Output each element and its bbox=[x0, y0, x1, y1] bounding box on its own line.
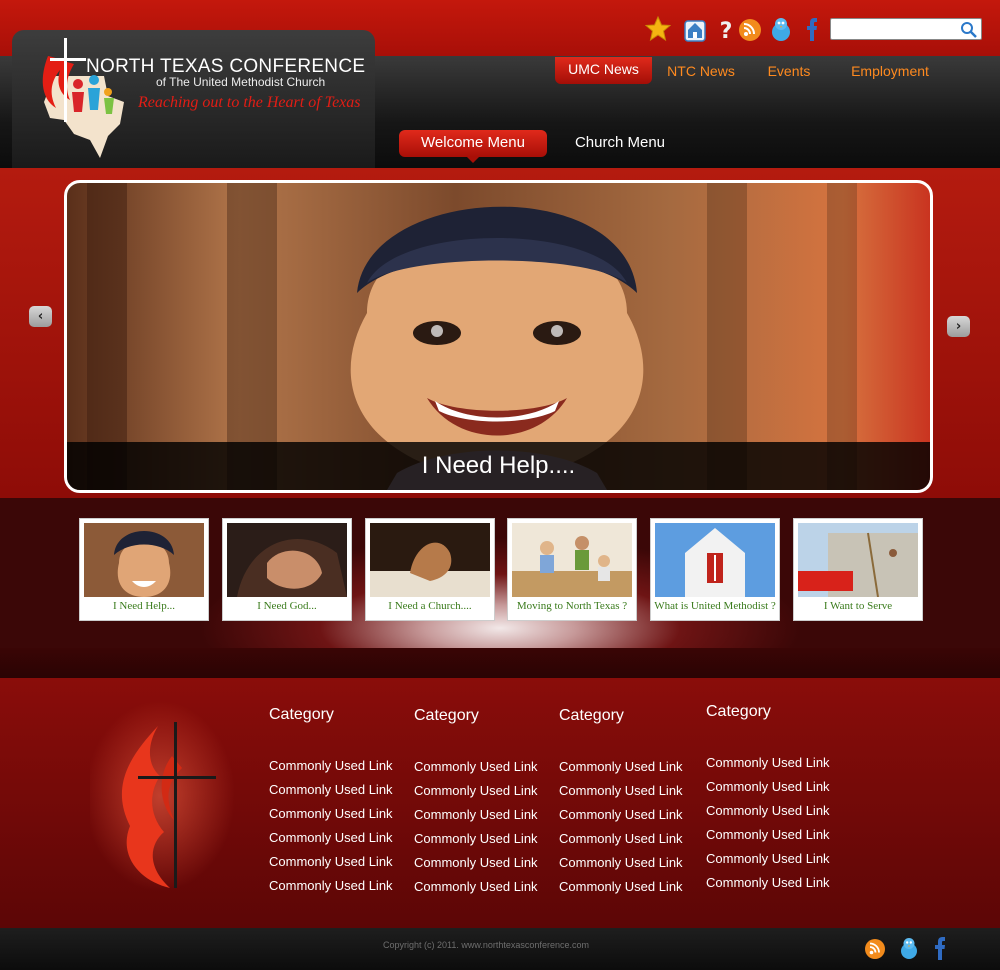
star-icon[interactable] bbox=[645, 15, 671, 43]
copyright-text: Copyright (c) 2011. www.northtexasconfer… bbox=[383, 940, 589, 950]
footer-column-1: Category Commonly Used Link Commonly Use… bbox=[269, 706, 393, 898]
footer-column-3: Category Commonly Used Link Commonly Use… bbox=[559, 707, 683, 899]
search-input[interactable] bbox=[834, 21, 958, 37]
search-box bbox=[830, 18, 982, 40]
footer-link[interactable]: Commonly Used Link bbox=[414, 779, 538, 803]
thumb-image-praying-woman bbox=[227, 523, 347, 597]
slider-next-button[interactable]: › bbox=[947, 316, 970, 337]
cross-and-flame-logo bbox=[90, 701, 235, 891]
footer-link[interactable]: Commonly Used Link bbox=[706, 751, 830, 775]
footer-link[interactable]: Commonly Used Link bbox=[269, 874, 393, 898]
thumb-image-church-building bbox=[655, 523, 775, 597]
footer-link[interactable]: Commonly Used Link bbox=[559, 755, 683, 779]
footer-link[interactable]: Commonly Used Link bbox=[706, 775, 830, 799]
footer-link[interactable]: Commonly Used Link bbox=[559, 875, 683, 899]
footer-link[interactable]: Commonly Used Link bbox=[269, 826, 393, 850]
cross-and-flame-logo bbox=[42, 38, 124, 158]
thumb-need-god[interactable]: I Need God... bbox=[222, 518, 352, 621]
footer-link[interactable]: Commonly Used Link bbox=[414, 827, 538, 851]
thumb-caption: Moving to North Texas ? bbox=[516, 600, 628, 612]
search-icon[interactable] bbox=[960, 21, 978, 39]
thumb-need-help[interactable]: I Need Help... bbox=[79, 518, 209, 621]
nav-events[interactable]: Events bbox=[760, 57, 818, 85]
footer-column-2: Category Commonly Used Link Commonly Use… bbox=[414, 707, 538, 899]
thumb-image-praying-hands bbox=[370, 523, 490, 597]
svg-text:?: ? bbox=[720, 19, 733, 43]
facebook-icon[interactable] bbox=[799, 15, 825, 43]
nav-employment[interactable]: Employment bbox=[843, 57, 937, 85]
tab-welcome-menu[interactable]: Welcome Menu bbox=[399, 130, 547, 163]
slider-prev-button[interactable]: ‹ bbox=[29, 306, 52, 327]
footer-link[interactable]: Commonly Used Link bbox=[269, 754, 393, 778]
rss-icon[interactable] bbox=[737, 15, 763, 43]
thumb-image-family-moving bbox=[512, 523, 632, 597]
thumb-caption: I Need Help... bbox=[112, 600, 175, 612]
footer-link[interactable]: Commonly Used Link bbox=[706, 847, 830, 871]
thumb-what-is-methodist[interactable]: What is United Methodist ? bbox=[650, 518, 780, 621]
thumb-moving-texas[interactable]: Moving to North Texas ? bbox=[507, 518, 637, 621]
footer-link[interactable]: Commonly Used Link bbox=[269, 802, 393, 826]
footer-category-title: Category bbox=[559, 707, 624, 724]
footer-link[interactable]: Commonly Used Link bbox=[559, 851, 683, 875]
chevron-right-icon: › bbox=[955, 319, 962, 334]
nav-ntc-news[interactable]: NTC News bbox=[662, 57, 740, 85]
tab-church-menu[interactable]: Church Menu bbox=[560, 130, 680, 157]
footer-link[interactable]: Commonly Used Link bbox=[269, 778, 393, 802]
footer-link[interactable]: Commonly Used Link bbox=[414, 851, 538, 875]
thumb-caption: I Need a Church.... bbox=[388, 600, 472, 612]
facebook-icon[interactable] bbox=[928, 935, 952, 961]
footer-link[interactable]: Commonly Used Link bbox=[414, 755, 538, 779]
thumb-caption: I Need God... bbox=[257, 600, 317, 612]
footer-link[interactable]: Commonly Used Link bbox=[706, 871, 830, 895]
thumb-image-child bbox=[84, 523, 204, 597]
thumb-want-to-serve[interactable]: I Want to Serve bbox=[793, 518, 923, 621]
twitter-bird-icon[interactable] bbox=[897, 935, 921, 961]
home-icon[interactable] bbox=[682, 15, 708, 43]
help-icon[interactable]: ? bbox=[713, 15, 739, 43]
thumbnail-strip: I Need Help... I Need God... I Need a Ch… bbox=[0, 498, 1000, 648]
footer-link[interactable]: Commonly Used Link bbox=[559, 803, 683, 827]
thumb-caption: I Want to Serve bbox=[823, 600, 893, 612]
footer: Category Commonly Used Link Commonly Use… bbox=[0, 678, 1000, 928]
divider-band bbox=[0, 648, 1000, 678]
footer-category-title: Category bbox=[269, 706, 334, 723]
logo-panel[interactable]: NORTH TEXAS CONFERENCE of The United Met… bbox=[12, 30, 375, 168]
footer-link[interactable]: Commonly Used Link bbox=[706, 823, 830, 847]
footer-link[interactable]: Commonly Used Link bbox=[414, 803, 538, 827]
footer-category-title: Category bbox=[706, 703, 771, 720]
thumb-caption: What is United Methodist ? bbox=[654, 600, 776, 612]
nav-umc-news[interactable]: UMC News bbox=[555, 57, 652, 84]
twitter-bird-icon[interactable] bbox=[768, 15, 794, 43]
thumb-need-church[interactable]: I Need a Church.... bbox=[365, 518, 495, 621]
brand-tagline: Reaching out to the Heart of Texas bbox=[138, 94, 361, 111]
footer-link[interactable]: Commonly Used Link bbox=[269, 850, 393, 874]
footer-category-title: Category bbox=[414, 707, 479, 724]
footer-link[interactable]: Commonly Used Link bbox=[706, 799, 830, 823]
hero-caption: I Need Help.... bbox=[67, 442, 930, 490]
rss-icon[interactable] bbox=[863, 935, 887, 961]
brand-subtitle: of The United Methodist Church bbox=[156, 75, 326, 89]
footer-link[interactable]: Commonly Used Link bbox=[414, 875, 538, 899]
thumb-image-service-volunteers bbox=[798, 523, 918, 597]
footer-link[interactable]: Commonly Used Link bbox=[559, 827, 683, 851]
chevron-left-icon: ‹ bbox=[37, 309, 44, 324]
footer-link[interactable]: Commonly Used Link bbox=[559, 779, 683, 803]
footer-column-4: Category Commonly Used Link Commonly Use… bbox=[706, 703, 830, 895]
hero-slider[interactable]: I Need Help.... bbox=[64, 180, 933, 493]
